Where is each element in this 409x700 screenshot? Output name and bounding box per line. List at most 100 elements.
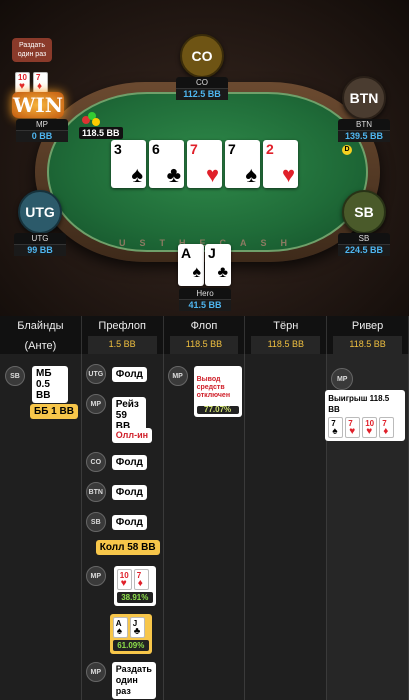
action-btn-fold: Фолд	[111, 485, 147, 500]
board-card-1-suit: ♠	[131, 162, 143, 187]
action-flop-mp-badge: MP	[167, 366, 188, 386]
col-flop: MP Вывод средств отключен 77.07%	[163, 354, 246, 700]
mp-show-card-1: 10 ♥	[116, 569, 132, 590]
street-preflop[interactable]: Префлоп 1.5 BB	[82, 316, 164, 354]
seat-sb-avatar[interactable]: SB	[342, 190, 386, 234]
mp-show-card-1-suit: ♥	[120, 578, 127, 589]
action-flop-mp: Вывод средств отключен 77.07%	[193, 366, 242, 417]
street-flop-label: Флоп	[190, 320, 218, 332]
hero-card-2-suit: ♣	[217, 264, 229, 281]
action-co-fold: Фолд	[111, 455, 147, 470]
river-card-2-suit: ♥	[349, 426, 356, 437]
river-card-4-suit: ♦	[383, 426, 389, 437]
seat-co-name: CO	[196, 78, 208, 87]
dealer-button: D	[342, 145, 352, 155]
action-bb-blind: ББ 1 BB	[30, 404, 78, 419]
street-preflop-pot: 1.5 BB	[87, 336, 157, 354]
col-turn	[245, 354, 328, 700]
board-card-3-suit: ♥	[205, 162, 219, 187]
street-river-label: Ривер	[351, 320, 384, 332]
action-btn-badge: BTN	[85, 482, 106, 502]
board-card-1: 3 ♠	[111, 140, 146, 188]
seat-utg-label: UTG	[25, 204, 55, 220]
street-preflop-label: Префлоп	[98, 320, 146, 332]
seat-btn-stack: 139.5 BB	[338, 130, 390, 142]
hero-card-2: J ♣	[205, 244, 231, 286]
seat-utg-avatar[interactable]: UTG	[18, 190, 62, 234]
street-blinds[interactable]: Блайнды (Анте)	[0, 316, 82, 354]
action-hero-call: Колл 58 BB	[95, 540, 160, 555]
board-card-2: 6 ♣	[149, 140, 184, 188]
hero-show-card-1: A ♠	[112, 617, 128, 638]
seat-utg-name: UTG	[31, 234, 49, 243]
action-hero-show: A ♠ J ♣ 61.09%	[109, 614, 152, 654]
board-card-4: 7 ♠	[225, 140, 260, 188]
action-co-badge: CO	[85, 452, 106, 472]
street-river[interactable]: Ривер 118.5 BB	[327, 316, 409, 354]
hero-card-1: A ♠	[178, 244, 204, 286]
river-card-1-suit: ♠	[332, 426, 338, 437]
seat-sb-stack: 224.5 BB	[338, 244, 390, 256]
mp-equity: 38.91%	[116, 592, 153, 603]
street-turn[interactable]: Тёрн 118.5 BB	[245, 316, 328, 354]
seat-btn-info: BTN 139.5 BB	[338, 119, 390, 142]
seat-hero-info: Hero 41.5 BB	[179, 288, 231, 311]
river-card-3-suit: ♥	[366, 426, 373, 437]
hero-card-2-rank: J	[208, 245, 216, 261]
action-sb-fold: Фолд	[111, 515, 147, 530]
hero-show-card-2: J ♣	[129, 617, 145, 638]
seat-btn-label: BTN	[349, 90, 379, 106]
street-turn-label: Тёрн	[273, 320, 299, 332]
action-sb-blind: МБ 0.5 BB	[32, 366, 68, 403]
river-card-3: 10 ♥	[362, 417, 378, 438]
seat-btn-avatar[interactable]: BTN	[342, 76, 386, 120]
board-card-2-suit: ♣	[166, 162, 181, 187]
street-river-pot: 118.5 BB	[333, 336, 402, 354]
mp-hole-card-2-suit: ♦	[37, 81, 43, 92]
col-preflop: UTG Фолд MP Рейз 59 BB Олл-ин CO Фолд BT…	[81, 354, 164, 700]
action-mp-allin: Олл-ин	[111, 428, 153, 443]
hero-show-card-1-suit: ♠	[116, 626, 123, 637]
flop-equity: 77.07%	[196, 406, 239, 414]
action-sb-badge-2: SB	[85, 512, 106, 532]
action-mp-deal: Раздать один раз	[111, 662, 156, 699]
river-card-1: 7 ♠	[328, 417, 344, 438]
board-card-1-rank: 3	[114, 141, 122, 157]
board-card-5-suit: ♥	[281, 162, 295, 187]
hero-show-card-2-suit: ♣	[133, 626, 141, 637]
seat-btn-name: BTN	[356, 120, 372, 129]
col-blinds: SB МБ 0.5 BB ББ 1 BB	[0, 354, 82, 700]
action-river-win: Выигрыш 118.5 BB 7 ♠ 7 ♥ 10 ♥ 7 ♦	[325, 390, 406, 441]
river-card-4: 7 ♦	[379, 417, 395, 438]
action-sb-badge: SB	[5, 366, 25, 386]
mp-hole-card-2: 7 ♦	[33, 72, 48, 93]
street-flop[interactable]: Флоп 118.5 BB	[164, 316, 246, 354]
mp-show-card-2: 7 ♦	[133, 569, 149, 590]
action-mp-show-badge: MP	[85, 566, 106, 586]
seat-hero-name: Hero	[196, 289, 214, 298]
action-mp-badge: MP	[85, 394, 106, 414]
seat-co-info: CO 112.5 BB	[176, 77, 228, 100]
seat-utg-info: UTG 99 BB	[14, 233, 66, 256]
board-card-3: 7 ♥	[187, 140, 222, 188]
chip-stack-icon	[82, 112, 100, 126]
board-card-2-rank: 6	[152, 141, 160, 157]
seat-sb-info: SB 224.5 BB	[338, 233, 390, 256]
board-card-5-rank: 2	[266, 141, 274, 157]
seat-hero-stack: 41.5 BB	[179, 299, 231, 311]
action-mp-show: 10 ♥ 7 ♦ 38.91%	[113, 566, 156, 606]
win-badge: WIN	[12, 92, 64, 118]
river-win-cards: 7 ♠ 7 ♥ 10 ♥ 7 ♦	[328, 417, 402, 438]
action-utg-badge: UTG	[85, 364, 106, 384]
action-history: SB МБ 0.5 BB ББ 1 BB UTG Фолд MP Рейз 59…	[0, 354, 409, 700]
seat-co-label: CO	[191, 48, 213, 64]
board-card-4-suit: ♠	[245, 162, 257, 187]
mp-hole-card-1: 10 ♥	[15, 72, 30, 93]
board-card-3-rank: 7	[190, 141, 198, 157]
action-mp-deal-badge: MP	[85, 662, 106, 682]
seat-co-avatar[interactable]: CO	[180, 34, 224, 78]
board-card-4-rank: 7	[228, 141, 236, 157]
seat-co-stack: 112.5 BB	[176, 88, 228, 100]
river-card-2: 7 ♥	[345, 417, 361, 438]
hero-equity: 61.09%	[112, 640, 149, 651]
